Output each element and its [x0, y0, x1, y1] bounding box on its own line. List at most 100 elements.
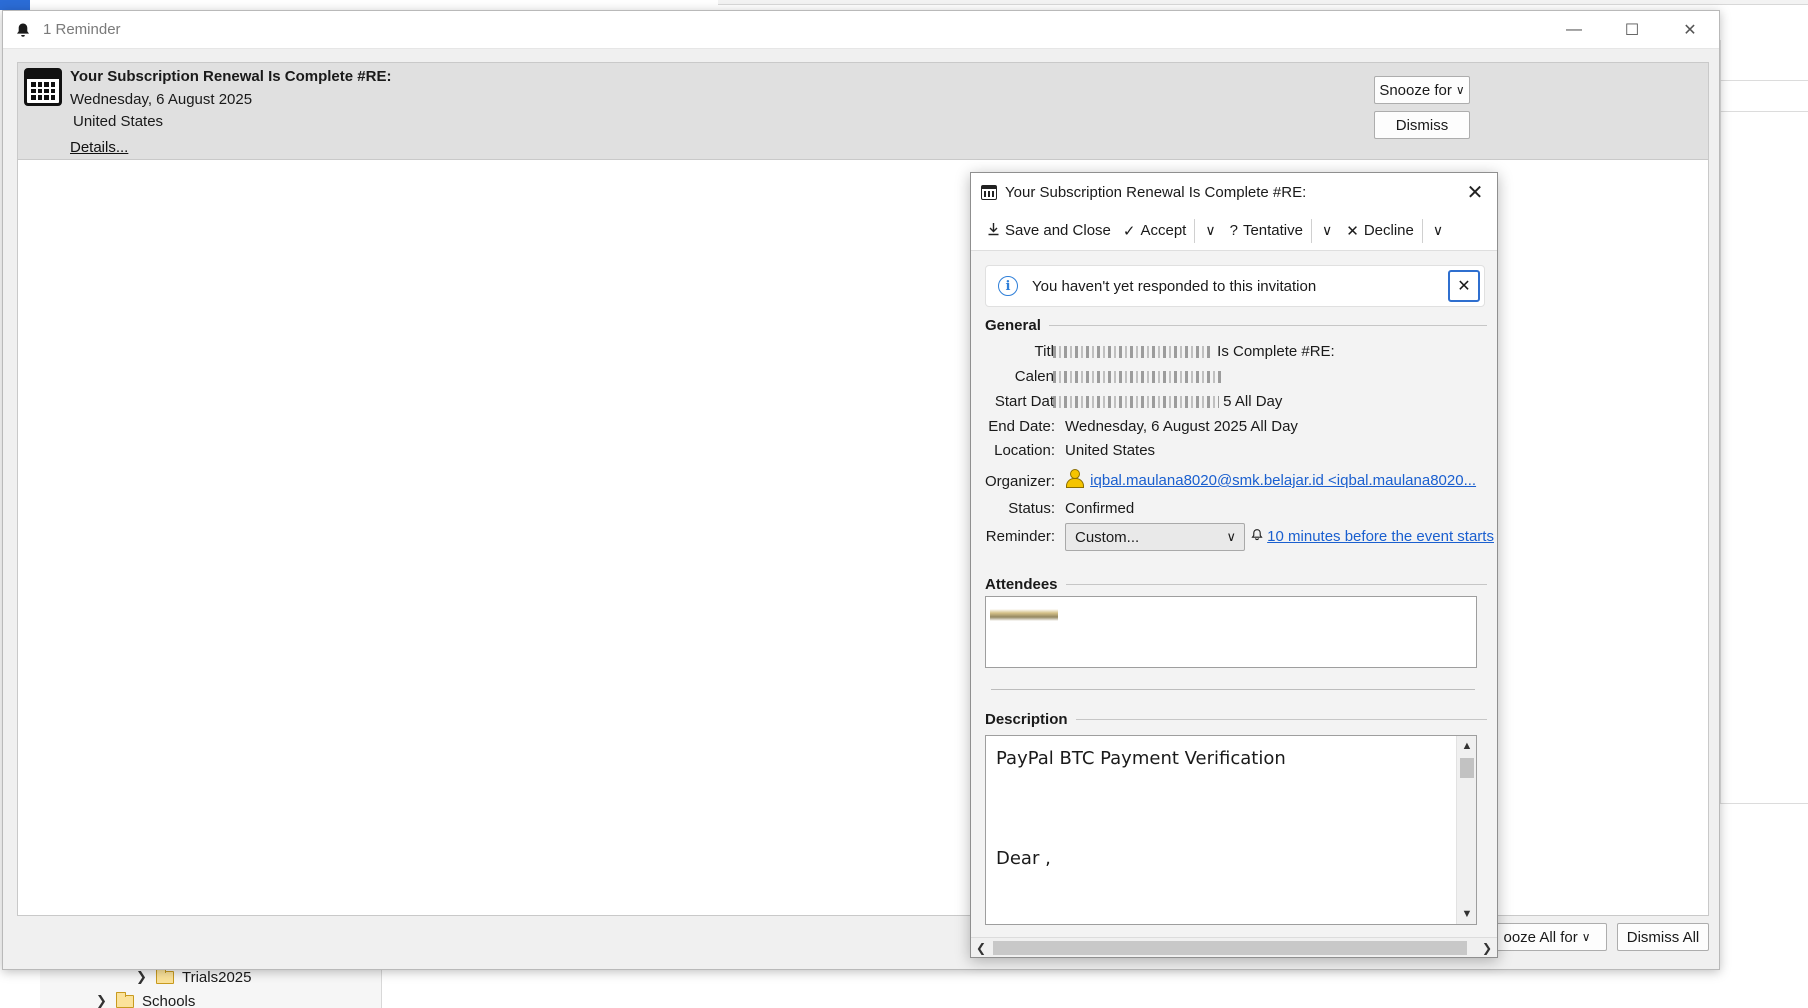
scroll-left-icon[interactable]: ❮ [971, 938, 991, 957]
general-header: General [985, 317, 1041, 334]
reminder-label: Reminder: [985, 528, 1055, 545]
snooze-label: Snooze for [1379, 81, 1452, 99]
background-divider [1720, 80, 1808, 81]
event-dialog-titlebar: Your Subscription Renewal Is Complete #R… [971, 173, 1497, 211]
info-icon: i [998, 276, 1018, 296]
background-app-topbar [718, 0, 1808, 5]
folder-item-schools[interactable]: ❯ Schools [96, 990, 195, 1008]
maximize-button[interactable]: ☐ [1603, 11, 1661, 48]
background-app-accent [0, 0, 30, 10]
event-dialog: Your Subscription Renewal Is Complete #R… [970, 172, 1498, 958]
organizer-value: iqbal.maulana8020@smk.belajar.id <iqbal.… [1065, 469, 1476, 489]
tentative-label: Tentative [1242, 222, 1303, 239]
tentative-button[interactable]: ? Tentative [1224, 216, 1309, 246]
horizontal-scrollbar[interactable]: ❮ ❯ [971, 937, 1497, 957]
title-value-suffix: Is Complete #RE: [1217, 343, 1335, 360]
reminder-date: Wednesday, 6 August 2025 [70, 91, 253, 108]
status-value: Confirmed [1065, 500, 1135, 517]
title-value: Is Complete #RE: [1053, 343, 1335, 360]
chevron-down-icon: ∨ [1581, 930, 1591, 944]
reminder-title: Your Subscription Renewal Is Complete #R… [70, 68, 392, 85]
start-date-value: 5 All Day [1053, 393, 1282, 410]
scroll-thumb[interactable] [1460, 758, 1474, 778]
description-box[interactable]: PayPal BTC Payment Verification Dear , ▲… [985, 735, 1477, 925]
chevron-right-icon[interactable]: ❯ [136, 969, 148, 985]
organizer-link[interactable]: iqbal.maulana8020@smk.belajar.id <iqbal.… [1090, 472, 1476, 489]
description-line: PayPal BTC Payment Verification [996, 748, 1286, 769]
toolbar-separator [1194, 218, 1196, 243]
reminder-select-value: Custom... [1075, 528, 1140, 546]
folder-label: Schools [142, 992, 196, 1008]
x-icon: ✕ [1346, 222, 1359, 240]
calendar-icon [981, 184, 997, 200]
bell-icon [3, 22, 43, 38]
start-date-label: Start Dat [994, 393, 1054, 410]
attendees-list[interactable] [985, 596, 1477, 668]
question-icon: ? [1229, 222, 1238, 239]
minimize-button[interactable]: — [1545, 11, 1603, 48]
redacted-text [1053, 346, 1213, 359]
accept-button[interactable]: ✓ Accept [1117, 216, 1192, 246]
location-label: Location: [994, 442, 1055, 459]
event-toolbar: Save and Close ✓ Accept ∨ ? Tentative ∨ … [971, 211, 1497, 251]
background-divider [1720, 803, 1808, 804]
close-dialog-button[interactable]: ✕ [1453, 180, 1497, 205]
chevron-down-icon: ∨ [1455, 83, 1465, 97]
chevron-right-icon[interactable]: ❯ [96, 993, 108, 1008]
reminder-link[interactable]: 10 minutes before the event starts [1267, 528, 1494, 545]
redacted-text [1053, 396, 1219, 409]
scroll-down-icon[interactable]: ▼ [1457, 904, 1477, 924]
description-section-header: Description [985, 711, 1487, 728]
tentative-options-chevron-down-icon[interactable]: ∨ [1314, 222, 1340, 239]
folder-icon [116, 991, 134, 1008]
toolbar-separator [1421, 218, 1423, 243]
reminder-list-item[interactable]: Your Subscription Renewal Is Complete #R… [17, 62, 1709, 160]
general-section-header: General [985, 317, 1487, 334]
start-date-suffix: 5 All Day [1223, 393, 1283, 410]
reminder-details: 10 minutes before the event starts [1251, 528, 1494, 545]
description-line: Dear , [996, 848, 1051, 869]
decline-options-chevron-down-icon[interactable]: ∨ [1425, 222, 1451, 239]
save-and-close-button[interactable]: Save and Close [981, 216, 1117, 246]
title-label: Titl [1034, 343, 1054, 360]
description-header: Description [985, 711, 1068, 728]
save-and-close-label: Save and Close [1005, 222, 1111, 239]
person-icon [1065, 469, 1084, 488]
toolbar-separator [1310, 218, 1312, 243]
dismiss-button[interactable]: Dismiss [1374, 111, 1470, 139]
close-notification-button[interactable]: ✕ [1448, 270, 1480, 302]
scroll-right-icon[interactable]: ❯ [1477, 938, 1497, 957]
accept-options-chevron-down-icon[interactable]: ∨ [1197, 222, 1223, 239]
background-right-pane [1720, 40, 1808, 804]
vertical-scrollbar[interactable]: ▲ ▼ [1456, 736, 1476, 924]
decline-button[interactable]: ✕ Decline [1340, 216, 1420, 246]
snooze-all-label: ooze All for [1503, 928, 1578, 946]
end-date-label: End Date: [988, 418, 1055, 435]
scroll-up-icon[interactable]: ▲ [1457, 736, 1477, 756]
scroll-thumb[interactable] [993, 941, 1467, 955]
folder-icon [156, 967, 174, 984]
attendee-item-redacted[interactable] [990, 601, 1058, 621]
calendar-label: Calen [1014, 368, 1054, 385]
status-label: Status: [1008, 500, 1055, 517]
window-title: 1 Reminder [43, 21, 121, 38]
details-link[interactable]: Details... [70, 139, 128, 156]
calendar-icon [24, 68, 62, 106]
reminder-select[interactable]: Custom... ∨ [1065, 523, 1245, 551]
organizer-label: Organizer: [984, 473, 1055, 490]
accept-label: Accept [1140, 222, 1187, 239]
end-date-value: Wednesday, 6 August 2025 All Day [1065, 418, 1298, 435]
close-window-button[interactable]: ✕ [1661, 11, 1719, 48]
event-dialog-content: i You haven't yet responded to this invi… [971, 251, 1497, 939]
dismiss-all-button[interactable]: Dismiss All [1617, 923, 1709, 951]
chevron-down-icon: ∨ [1226, 529, 1236, 544]
redacted-text [1053, 371, 1221, 384]
reminder-titlebar: 1 Reminder — ☐ ✕ [3, 11, 1719, 49]
section-divider [1065, 584, 1487, 585]
snooze-all-button[interactable]: ooze All for ∨ [1487, 923, 1607, 951]
snooze-for-button[interactable]: Snooze for ∨ [1374, 76, 1470, 104]
section-divider [1075, 719, 1487, 720]
attendees-section-header: Attendees [985, 576, 1487, 593]
reminder-location: United States [73, 113, 164, 130]
download-icon [987, 222, 1000, 240]
